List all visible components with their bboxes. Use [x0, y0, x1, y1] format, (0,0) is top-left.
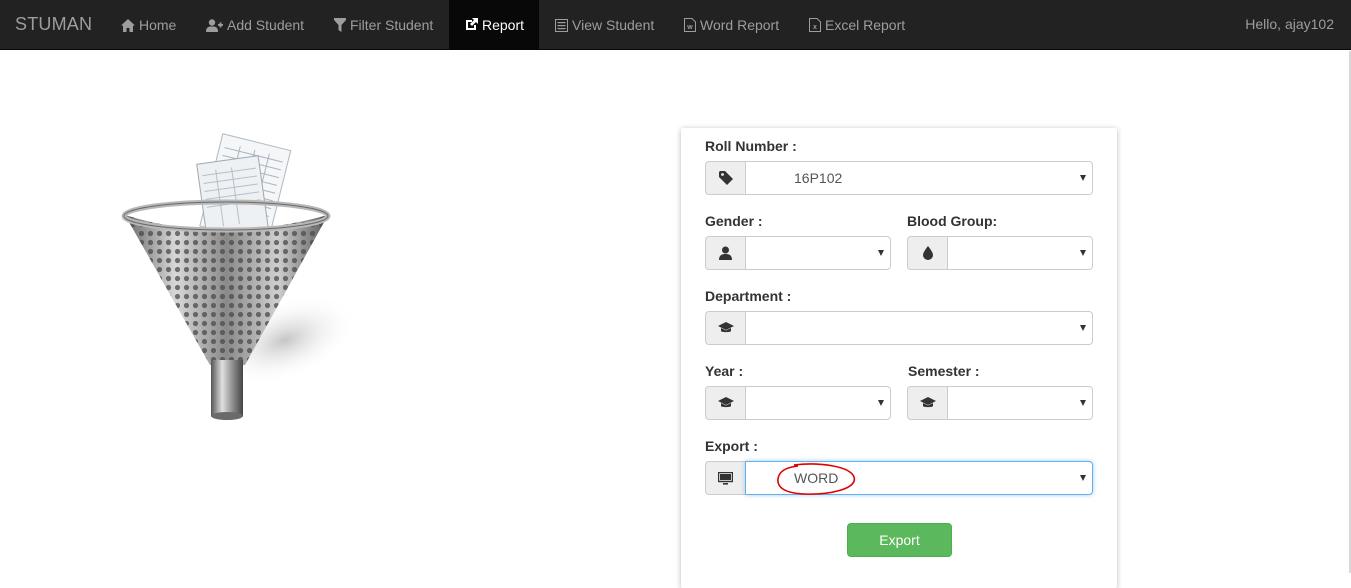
roll-number-field: 16P102	[705, 161, 1093, 195]
user-icon	[705, 236, 745, 270]
semester-label: Semester :	[908, 363, 980, 379]
filter-icon	[334, 18, 346, 32]
report-form-panel: Roll Number : 16P102 Gender : Blood Grou…	[681, 128, 1117, 588]
graduation-cap-icon	[907, 386, 947, 420]
chevron-down-icon	[1080, 250, 1086, 256]
semester-field	[907, 386, 1093, 420]
nav-home-label: Home	[139, 17, 177, 33]
export-button[interactable]: Export	[847, 523, 952, 557]
gender-field	[705, 236, 891, 270]
excel-file-icon: x	[809, 18, 821, 32]
roll-number-value: 16P102	[794, 170, 843, 186]
department-label: Department :	[705, 288, 792, 304]
brand-logo[interactable]: STUMAN	[15, 14, 92, 35]
export-select[interactable]: WORD	[745, 461, 1093, 495]
annotation-circle	[777, 463, 855, 495]
roll-number-select[interactable]: 16P102	[745, 161, 1093, 195]
gender-label: Gender :	[705, 213, 763, 229]
svg-text:w: w	[686, 24, 693, 31]
nav-view-student[interactable]: View Student	[540, 0, 669, 50]
year-select[interactable]	[745, 386, 891, 420]
graduation-cap-icon	[705, 311, 745, 345]
nav-excel-report-label: Excel Report	[825, 17, 906, 33]
nav-view-student-label: View Student	[572, 17, 655, 33]
nav-home[interactable]: Home	[106, 0, 191, 50]
nav-word-report[interactable]: w Word Report	[669, 0, 794, 50]
nav-filter-student[interactable]: Filter Student	[319, 0, 448, 50]
chevron-down-icon	[1080, 400, 1086, 406]
drop-icon	[907, 236, 947, 270]
chevron-down-icon	[878, 400, 884, 406]
share-icon	[464, 18, 478, 32]
tag-icon	[705, 161, 745, 195]
gender-select[interactable]	[745, 236, 891, 270]
nav-filter-student-label: Filter Student	[350, 17, 434, 33]
user-greeting[interactable]: Hello, ajay102	[1245, 16, 1334, 32]
add-user-icon	[206, 18, 223, 32]
chevron-down-icon	[1080, 175, 1086, 181]
nav-excel-report[interactable]: x Excel Report	[794, 0, 920, 50]
top-navbar: STUMAN Home Add Student Filter Student R…	[0, 0, 1351, 50]
chevron-down-icon	[1080, 325, 1086, 331]
chevron-down-icon	[1080, 475, 1086, 481]
export-field: WORD	[705, 461, 1093, 495]
nav-report[interactable]: Report	[449, 0, 539, 50]
blood-group-field	[907, 236, 1093, 270]
department-select[interactable]	[745, 311, 1093, 345]
nav-report-label: Report	[482, 17, 525, 33]
home-icon	[121, 18, 135, 32]
nav-word-report-label: Word Report	[700, 17, 780, 33]
export-label: Export :	[705, 438, 758, 454]
svg-text:x: x	[813, 24, 817, 31]
year-field	[705, 386, 891, 420]
list-icon	[555, 18, 568, 32]
roll-number-label: Roll Number :	[705, 138, 797, 154]
blood-group-label: Blood Group:	[907, 213, 998, 229]
nav-add-student-label: Add Student	[227, 17, 305, 33]
funnel-illustration	[110, 130, 370, 430]
nav-add-student[interactable]: Add Student	[191, 0, 319, 50]
chevron-down-icon	[878, 250, 884, 256]
monitor-icon	[705, 461, 745, 495]
semester-select[interactable]	[947, 386, 1093, 420]
word-file-icon: w	[684, 18, 696, 32]
year-label: Year :	[705, 363, 744, 379]
blood-group-select[interactable]	[947, 236, 1093, 270]
graduation-cap-icon	[705, 386, 745, 420]
department-field	[705, 311, 1093, 345]
